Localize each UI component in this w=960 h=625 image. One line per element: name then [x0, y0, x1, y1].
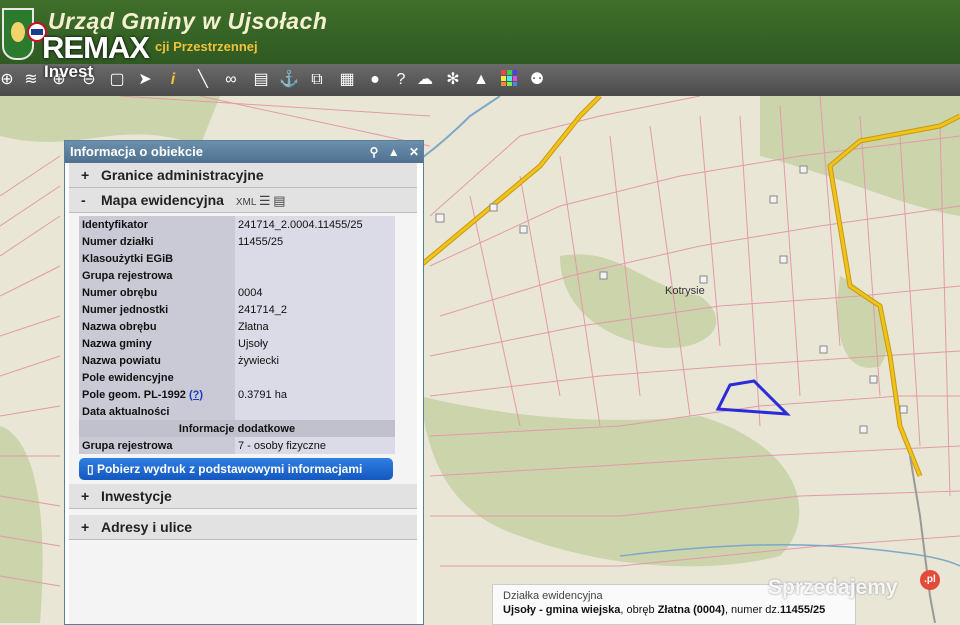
attribute-key: Nazwa powiatu: [79, 352, 235, 369]
attribute-key: Numer obrębu: [79, 284, 235, 301]
attribute-key: Data aktualności: [79, 403, 235, 420]
share-icon[interactable]: ⚉: [526, 69, 548, 91]
pointer-icon[interactable]: ➤: [134, 69, 156, 91]
help-icon[interactable]: ?: [390, 69, 412, 91]
attribute-value: Ujsoły: [235, 335, 395, 352]
close-icon[interactable]: ✕: [409, 145, 419, 159]
link-icon[interactable]: ⚲: [370, 145, 379, 159]
table-row: Numer jednostki 241714_2: [79, 301, 395, 318]
xml-icon[interactable]: XML: [236, 197, 256, 208]
cloud-download-icon[interactable]: ☁: [414, 69, 436, 91]
app-header: Urząd Gminy w Ujsołach cji Przestrzennej…: [0, 0, 960, 65]
attribute-key: Identyfikator: [79, 216, 235, 233]
expand-icon: +: [81, 519, 90, 535]
zoom-extent-icon[interactable]: ▢: [106, 69, 128, 91]
remax-watermark: REMAX: [42, 30, 150, 65]
section-addresses[interactable]: + Adresy i ulice: [69, 515, 417, 540]
remax-invest-watermark: Invest: [44, 62, 94, 81]
comment-icon[interactable]: ●: [364, 69, 386, 91]
attribute-key: Numer działki: [79, 233, 235, 250]
map-toolbar: ⊕ ≋ ⊕ ⊖ ▢ ➤ i ╲ ∞ ▤ ⚓ ⧉ ▦ ● ? ☁ ✻ ▲ ⚉: [0, 64, 960, 96]
table-row: Nazwa powiatu żywiecki: [79, 352, 395, 369]
attribute-key: Pole geom. PL-1992 (?): [79, 386, 235, 403]
table-row: Data aktualności: [79, 403, 395, 420]
table-row: Nazwa gminy Ujsoły: [79, 335, 395, 352]
layers-icon[interactable]: ≋: [20, 69, 42, 91]
parcel-attributes-table: Identyfikator 241714_2.0004.11455/25 Numer…: [79, 216, 395, 454]
section-cadastral-map[interactable]: - Mapa ewidencyjna XML ☰ ▤: [69, 188, 417, 213]
measure-icon[interactable]: ╲: [192, 69, 214, 91]
link-icon[interactable]: ∞: [220, 69, 242, 91]
attribute-key: Grupa rejestrowa: [79, 267, 235, 284]
attribute-key: Nazwa obrębu: [79, 318, 235, 335]
attribute-key: Numer jednostki: [79, 301, 235, 318]
collapse-icon[interactable]: ▲: [388, 145, 400, 159]
attribute-value: żywiecki: [235, 352, 395, 369]
attribute-value: [235, 267, 395, 284]
globe-icon[interactable]: ⊕: [0, 69, 18, 91]
table-row: Grupa rejestrowa 7 - osoby fizyczne: [79, 437, 395, 454]
table-row: Pole geom. PL-1992 (?) 0.3791 ha: [79, 386, 395, 403]
settings-icon[interactable]: ✻: [442, 69, 464, 91]
attribute-key: Nazwa gminy: [79, 335, 235, 352]
sprzedajemy-logo-dot: .pl: [920, 570, 940, 590]
attribute-value: [235, 369, 395, 386]
table-row: Grupa rejestrowa: [79, 267, 395, 284]
panel-titlebar[interactable]: Informacja o obiekcie ⚲ ▲ ✕: [65, 141, 423, 163]
place-label-kotrysie: Kotrysie: [665, 285, 705, 297]
app-subtitle: cji Przestrzennej: [155, 39, 258, 54]
collapse-section-icon: -: [81, 192, 86, 208]
attribute-value: Złatna: [235, 318, 395, 335]
panel-icon[interactable]: ▦: [336, 69, 358, 91]
attribute-value: 11455/25: [235, 233, 395, 250]
table-row: Identyfikator 241714_2.0004.11455/25: [79, 216, 395, 233]
attribute-value: [235, 403, 395, 420]
table-row: Nazwa obrębu Złatna: [79, 318, 395, 335]
info-icon[interactable]: i: [162, 69, 184, 91]
attribute-value: 241714_2: [235, 301, 395, 318]
table-row: Numer obrębu 0004: [79, 284, 395, 301]
tooltip-details: Ujsoły - gmina wiejska, obręb Złatna (00…: [503, 604, 826, 616]
panel-body: + Granice administracyjne - Mapa ewidencyj…: [69, 163, 417, 624]
attribute-value: 241714_2.0004.11455/25: [235, 216, 395, 233]
person-icon[interactable]: ⚓: [278, 69, 300, 91]
attribute-value: 0.3791 ha: [235, 386, 395, 403]
table-row: Klasoużytki EGiB: [79, 250, 395, 267]
extra-info-header: Informacje dodatkowe: [79, 420, 395, 437]
download-printout-button[interactable]: ▯ Pobierz wydruk z podstawowymi informac…: [79, 458, 393, 480]
sprzedajemy-watermark: Sprzedajemy: [768, 576, 898, 599]
expand-icon: +: [81, 167, 90, 183]
attribute-value: 0004: [235, 284, 395, 301]
table-row: Numer działki 11455/25: [79, 233, 395, 250]
grid-color-icon[interactable]: [498, 69, 520, 91]
expand-icon: +: [81, 488, 90, 504]
section-investments[interactable]: + Inwestycje: [69, 484, 417, 509]
attribute-key: Pole ewidencyjne: [79, 369, 235, 386]
road-icon[interactable]: ▲: [470, 69, 492, 91]
list-icon[interactable]: ☰: [259, 193, 271, 208]
help-link[interactable]: (?): [189, 389, 203, 401]
copy-icon[interactable]: ⧉: [306, 69, 328, 91]
panel-title: Informacja o obiekcie: [70, 144, 203, 159]
print-icon[interactable]: ▤: [273, 193, 285, 208]
section-admin-boundaries[interactable]: + Granice administracyjne: [69, 163, 417, 188]
object-info-panel: Informacja o obiekcie ⚲ ▲ ✕ + Granice adm…: [64, 140, 424, 625]
print-icon[interactable]: ▤: [250, 69, 272, 91]
attribute-value: [235, 250, 395, 267]
document-icon: ▯: [87, 462, 94, 476]
table-row: Pole ewidencyjne: [79, 369, 395, 386]
attribute-key: Klasoużytki EGiB: [79, 250, 235, 267]
